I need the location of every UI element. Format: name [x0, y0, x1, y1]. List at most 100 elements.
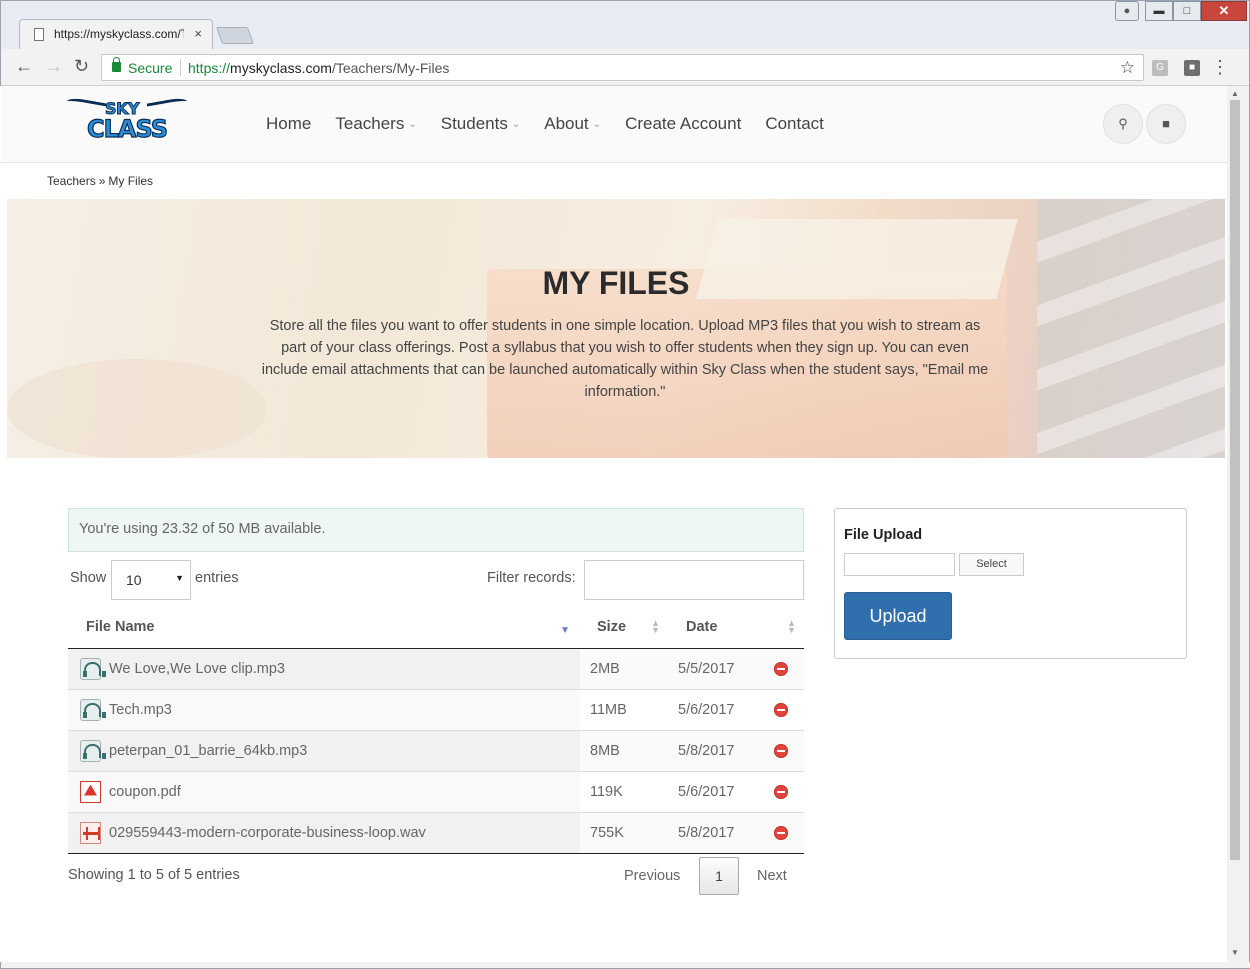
nav-label: Students	[440, 114, 508, 133]
delete-cell	[768, 648, 804, 690]
delete-cell	[768, 812, 804, 854]
table-row[interactable]: coupon.pdf 119K 5/6/2017	[68, 771, 804, 813]
file-size-cell: 119K	[580, 771, 668, 813]
pdf-file-icon	[80, 780, 101, 803]
entries-per-page-select[interactable]: 10 ▼	[111, 560, 191, 600]
browser-chrome: https://myskyclass.com/T × ● ▬ □ ✕ ← → ↻…	[0, 0, 1250, 86]
table-row[interactable]: 029559443-modern-corporate-business-loop…	[68, 812, 804, 854]
sky-class-logo[interactable]: SKY CLASS	[67, 96, 187, 144]
page-description: Store all the files you want to offer st…	[261, 318, 989, 400]
file-date-cell: 5/8/2017	[668, 812, 768, 854]
nav-students[interactable]: Students ⌄	[441, 114, 521, 134]
lock-icon	[112, 57, 121, 72]
close-tab-icon[interactable]: ×	[194, 26, 202, 41]
nav-label: Home	[266, 114, 312, 133]
select-file-button[interactable]: Select	[959, 553, 1024, 576]
hero-background-shape	[7, 359, 267, 458]
file-name[interactable]: 029559443-modern-corporate-business-loop…	[109, 825, 426, 841]
select-value: 10	[126, 572, 142, 588]
extension-g-icon[interactable]: G	[1152, 60, 1168, 76]
file-path-field[interactable]	[844, 553, 955, 576]
files-table: File Name ▼ Size ▲ ▼ Date ▲ ▼ We Love,We L…	[68, 606, 804, 854]
nav-home[interactable]: Home	[266, 114, 311, 134]
next-page-button[interactable]: Next	[757, 868, 787, 884]
lock-icon: ■	[1162, 116, 1170, 131]
scroll-thumb[interactable]	[1230, 100, 1240, 860]
file-name-cell[interactable]: 029559443-modern-corporate-business-loop…	[68, 812, 580, 854]
file-name[interactable]: coupon.pdf	[109, 784, 181, 800]
nav-teachers[interactable]: Teachers ⌄	[335, 114, 416, 134]
nav-create-account[interactable]: Create Account	[625, 114, 741, 134]
delete-icon[interactable]	[774, 825, 788, 840]
file-date-cell: 5/8/2017	[668, 730, 768, 772]
extension-icon[interactable]: ■	[1184, 60, 1200, 76]
page-1-button[interactable]: 1	[699, 857, 739, 895]
file-name-cell[interactable]: coupon.pdf	[68, 771, 580, 813]
file-name-cell[interactable]: Tech.mp3	[68, 689, 580, 731]
nav-label: About	[544, 114, 589, 133]
url-text[interactable]: https://myskyclass.com/Teachers/My-Files	[188, 60, 449, 76]
url-scheme: https://	[188, 60, 231, 76]
page-icon	[34, 28, 44, 41]
minimize-button[interactable]: ▬	[1145, 1, 1173, 21]
reload-icon[interactable]: ↻	[74, 56, 89, 77]
delete-cell	[768, 730, 804, 772]
tab-strip: https://myskyclass.com/T × ● ▬ □ ✕	[1, 1, 1249, 49]
file-name[interactable]: Tech.mp3	[109, 702, 172, 718]
show-label: Show	[70, 570, 107, 586]
address-bar[interactable]: Secure https://myskyclass.com/Teachers/M…	[101, 54, 1144, 81]
new-tab-button[interactable]	[215, 27, 255, 44]
bookmark-star-icon[interactable]: ☆	[1120, 58, 1135, 78]
table-row[interactable]: Tech.mp3 11MB 5/6/2017	[68, 689, 804, 731]
browser-tab[interactable]: https://myskyclass.com/T ×	[19, 19, 213, 49]
file-name-cell[interactable]: We Love,We Love clip.mp3	[68, 648, 580, 690]
file-name-cell[interactable]: peterpan_01_barrie_64kb.mp3	[68, 730, 580, 772]
window-close-button[interactable]: ✕	[1201, 1, 1247, 21]
file-upload-title: File Upload	[844, 527, 923, 543]
upload-button[interactable]: Upload	[844, 592, 952, 640]
file-name[interactable]: We Love,We Love clip.mp3	[109, 661, 285, 677]
nav-about[interactable]: About ⌄	[544, 114, 601, 134]
filter-records-input[interactable]	[584, 560, 804, 600]
delete-cell	[768, 771, 804, 813]
dropdown-arrow-icon: ▼	[175, 573, 184, 583]
file-size-cell: 11MB	[580, 689, 668, 731]
table-row[interactable]: peterpan_01_barrie_64kb.mp3 8MB 5/8/2017	[68, 730, 804, 772]
nav-contact[interactable]: Contact	[765, 114, 824, 134]
file-name[interactable]: peterpan_01_barrie_64kb.mp3	[109, 743, 307, 759]
user-profile-icon[interactable]: ●	[1115, 1, 1139, 21]
back-arrow-icon[interactable]: ←	[15, 56, 33, 77]
delete-icon[interactable]	[774, 702, 788, 717]
delete-icon[interactable]	[774, 743, 788, 758]
browser-menu-icon[interactable]: ⋮	[1211, 57, 1229, 78]
table-row[interactable]: We Love,We Love clip.mp3 2MB 5/5/2017	[68, 648, 804, 690]
logo-text-class: CLASS	[86, 114, 168, 143]
page-title: MY FILES	[542, 265, 690, 301]
page-viewport: SKY CLASS Home Teachers ⌄ Students ⌄ About…	[1, 86, 1227, 962]
breadcrumb-teachers-link[interactable]: Teachers	[47, 174, 96, 188]
column-header-date[interactable]: Date ▲ ▼	[668, 606, 804, 649]
chevron-down-icon: ⌄	[511, 118, 521, 130]
column-header-size[interactable]: Size ▲ ▼	[580, 606, 668, 649]
url-host: myskyclass.com	[230, 60, 332, 76]
column-label: Size	[597, 618, 627, 635]
delete-icon[interactable]	[774, 784, 788, 799]
browser-toolbar: ← → ↻ Secure https://myskyclass.com/Teac…	[1, 49, 1249, 86]
scroll-up-icon[interactable]: ▲	[1231, 89, 1239, 98]
column-header-file-name[interactable]: File Name ▼	[68, 606, 580, 649]
maximize-button[interactable]: □	[1173, 1, 1201, 21]
page-scrollbar[interactable]: ▲ ▼	[1227, 86, 1243, 962]
delete-icon[interactable]	[774, 661, 788, 676]
previous-page-button[interactable]: Previous	[624, 868, 680, 884]
logo-wing-left	[67, 96, 107, 114]
sort-icon: ▲ ▼	[651, 618, 660, 635]
search-button[interactable]: ⚲	[1103, 104, 1143, 144]
scroll-down-icon[interactable]: ▼	[1231, 948, 1239, 957]
file-upload-panel: File Upload Select Upload	[834, 508, 1187, 659]
entries-label: entries	[195, 570, 239, 586]
forward-arrow-icon[interactable]: →	[45, 56, 63, 77]
main-nav: Home Teachers ⌄ Students ⌄ About ⌄ Create A…	[266, 114, 848, 134]
pagination-info: Showing 1 to 5 of 5 entries	[68, 867, 240, 883]
login-button[interactable]: ■	[1146, 104, 1186, 144]
mp3-file-icon	[80, 657, 106, 680]
